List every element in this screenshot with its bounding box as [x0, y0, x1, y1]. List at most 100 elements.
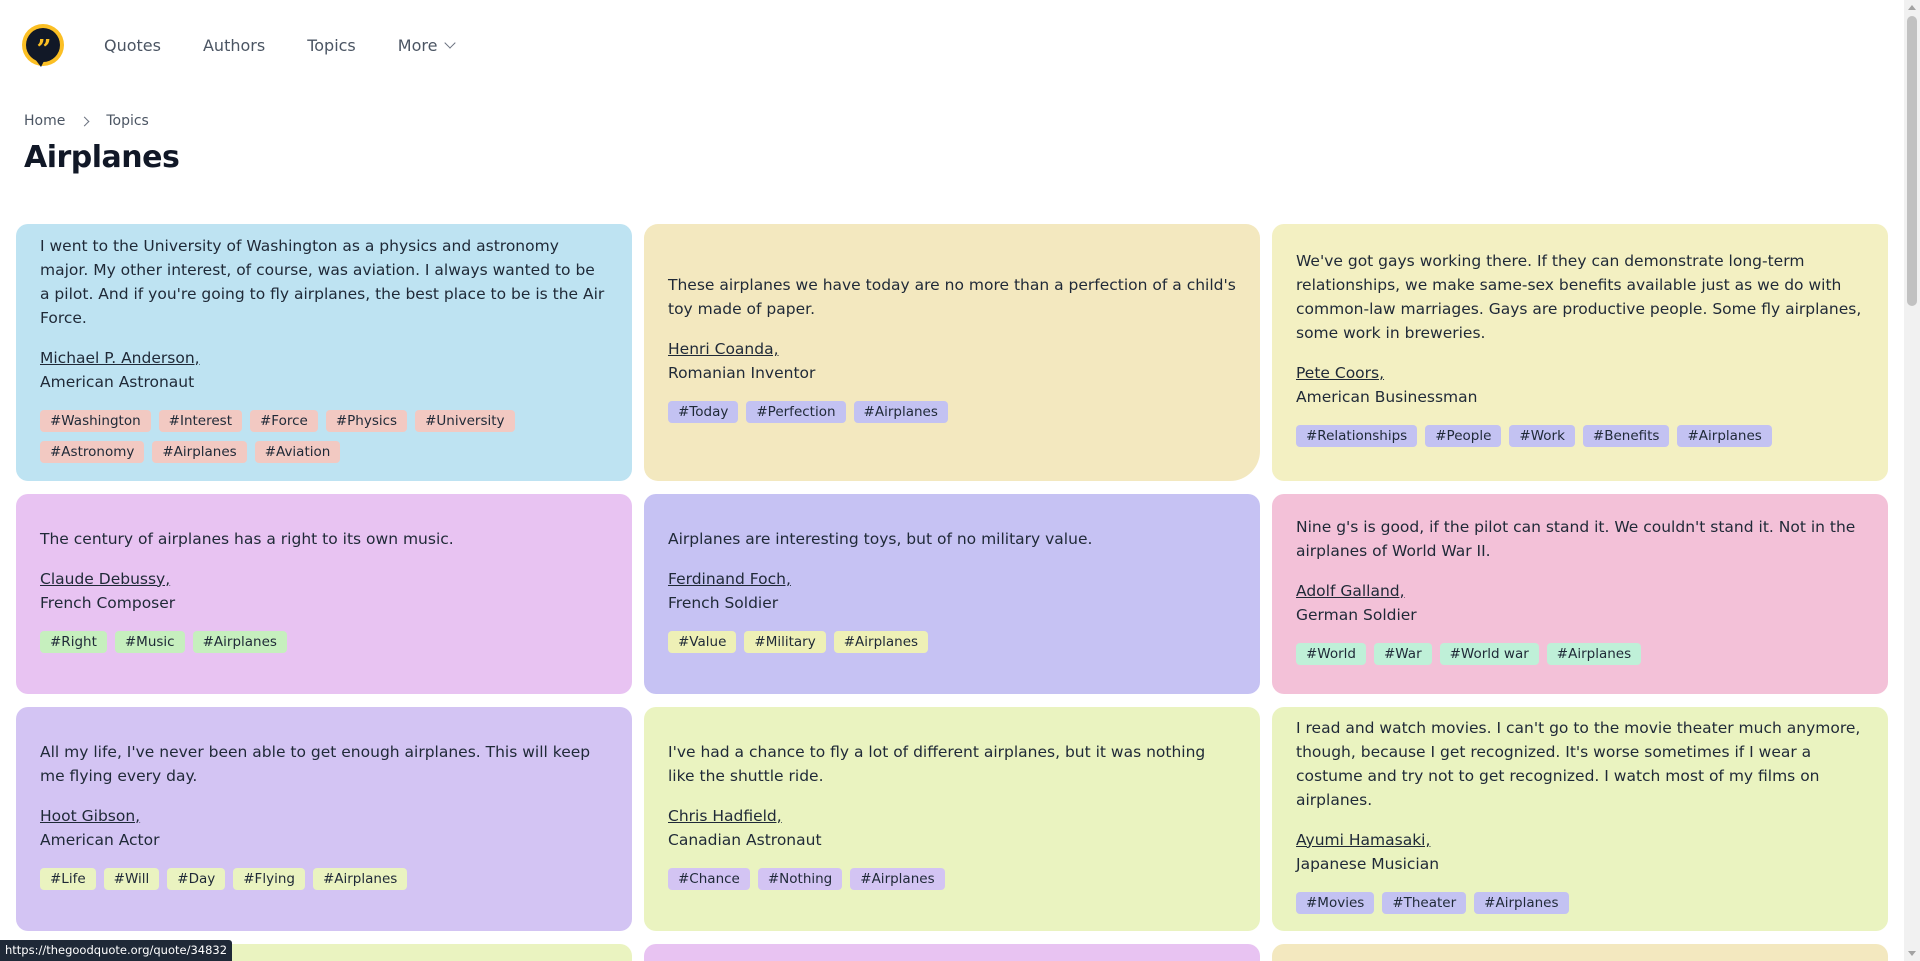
quote-text: The century of airplanes has a right to … — [40, 529, 454, 548]
quote-text: Airplanes are interesting toys, but of n… — [668, 529, 1093, 548]
tag[interactable]: #Airplanes — [1546, 642, 1642, 665]
tag[interactable]: #Movies — [1296, 891, 1375, 914]
tag[interactable]: #Airplanes — [1474, 891, 1569, 914]
quote-card: Nine g's is good, if the pilot can stand… — [1272, 494, 1888, 694]
author-profession: Romanian Inventor — [668, 364, 816, 382]
nav-authors[interactable]: Authors — [203, 36, 265, 55]
breadcrumb-home[interactable]: Home — [24, 113, 65, 129]
tag[interactable]: #Value — [668, 630, 737, 653]
tag[interactable]: #Right — [40, 630, 107, 653]
author-link[interactable]: Henri Coanda, — [668, 340, 779, 358]
nav-more-label: More — [397, 35, 438, 55]
quote-text: I went to the University of Washington a… — [40, 236, 605, 327]
site-logo-icon[interactable]: ” — [22, 24, 64, 67]
tag[interactable]: #People — [1425, 425, 1502, 447]
quote-text: I've had a chance to fly a lot of differ… — [668, 742, 1206, 785]
quote-card: The century of airplanes has a right to … — [16, 494, 632, 694]
quote-mark-glyph: ” — [36, 35, 52, 65]
tag[interactable]: #Day — [167, 867, 226, 890]
tag[interactable]: #Nothing — [757, 867, 843, 890]
tag[interactable]: #University — [415, 409, 515, 432]
tag[interactable]: #Perfection — [746, 401, 846, 423]
quote-text: Nine g's is good, if the pilot can stand… — [1296, 517, 1856, 560]
site-header: ” Quotes Authors Topics More — [0, 0, 1904, 90]
tag[interactable]: #Work — [1509, 425, 1575, 447]
tag[interactable]: #Military — [744, 630, 826, 653]
author-link[interactable]: Claude Debussy, — [40, 570, 170, 588]
tag[interactable]: #Flying — [233, 867, 305, 890]
tag[interactable]: #Airplanes — [833, 630, 929, 653]
quote-card: I've had a chance to fly a lot of differ… — [644, 707, 1260, 931]
quote-text: We've got gays working there. If they ca… — [1296, 252, 1862, 342]
author-profession: French Soldier — [668, 593, 779, 612]
tag[interactable]: #Airplanes — [312, 867, 408, 890]
quote-text: All my life, I've never been able to get… — [40, 742, 591, 785]
author-profession: American Actor — [40, 830, 160, 849]
tag[interactable]: #Physics — [325, 409, 408, 432]
tag[interactable]: #Aviation — [254, 440, 341, 463]
tag[interactable]: #Chance — [668, 867, 750, 890]
scrollbar-thumb[interactable] — [1907, 16, 1917, 306]
tag[interactable]: #Theater — [1382, 891, 1467, 914]
tag-list: #Life #Will #Day #Flying #Airplanes — [40, 867, 608, 899]
author-link[interactable]: Hoot Gibson, — [40, 807, 140, 825]
tag[interactable]: #Airplanes — [152, 440, 247, 463]
tag-list: #World #War #World war #Airplanes — [1296, 642, 1864, 674]
tag[interactable]: #World — [1296, 642, 1366, 665]
author-link[interactable]: Adolf Galland, — [1296, 582, 1405, 600]
tag[interactable]: #War — [1374, 642, 1432, 665]
tag-list: #Movies #Theater #Airplanes — [1296, 891, 1864, 923]
author-link[interactable]: Chris Hadfield, — [668, 807, 782, 825]
tag-list: #Value #Military #Airplanes — [668, 630, 1236, 662]
quote-card: All my life, I've never been able to get… — [16, 707, 632, 931]
tag[interactable]: #Today — [668, 401, 739, 423]
page-scrollbar[interactable] — [1904, 0, 1920, 961]
tag[interactable]: #Interest — [158, 409, 242, 432]
chevron-right-icon — [79, 116, 90, 126]
nav-more[interactable]: More — [397, 35, 457, 55]
tag[interactable]: #Airplanes — [853, 401, 948, 423]
scroll-down-arrow-icon[interactable] — [1908, 951, 1916, 956]
tag-list: #Washington #Interest #Force #Physics #U… — [40, 409, 608, 472]
nav-topics[interactable]: Topics — [307, 36, 356, 55]
link-status-bar: https://thegoodquote.org/quote/34832 — [0, 940, 233, 961]
author-link[interactable]: Ferdinand Foch, — [668, 570, 791, 588]
tag[interactable]: #Astronomy — [40, 440, 145, 463]
main-nav: Quotes Authors Topics More — [104, 36, 496, 55]
quote-card-partial — [1272, 944, 1888, 961]
author-profession: French Composer — [40, 593, 176, 612]
chevron-down-icon — [444, 37, 457, 49]
tag[interactable]: #Airplanes — [192, 630, 287, 653]
quote-card: I read and watch movies. I can't go to t… — [1272, 707, 1888, 931]
tag[interactable]: #Music — [114, 630, 185, 653]
tag-list: #Relationships #People #Work #Benefits #… — [1296, 425, 1864, 456]
scroll-up-arrow-icon[interactable] — [1908, 5, 1916, 10]
author-link[interactable]: Ayumi Hamasaki, — [1296, 831, 1430, 849]
page-title: Airplanes — [24, 140, 180, 175]
tag[interactable]: #Airplanes — [850, 867, 945, 890]
author-link[interactable]: Pete Coors, — [1296, 364, 1384, 382]
author-profession: American Astronaut — [40, 372, 195, 391]
tag[interactable]: #Life — [40, 867, 96, 890]
breadcrumb-topics[interactable]: Topics — [106, 113, 149, 129]
tag[interactable]: #Benefits — [1582, 425, 1670, 447]
tag[interactable]: #Force — [250, 409, 318, 432]
quote-card: We've got gays working there. If they ca… — [1272, 224, 1888, 481]
quote-card: Airplanes are interesting toys, but of n… — [644, 494, 1260, 694]
tag-list: #Today #Perfection #Airplanes — [668, 401, 1236, 432]
author-profession: Canadian Astronaut — [668, 830, 822, 849]
quote-card: I went to the University of Washington a… — [16, 224, 632, 481]
quote-card-partial — [644, 944, 1260, 961]
tag[interactable]: #Airplanes — [1677, 425, 1772, 447]
author-profession: American Businessman — [1296, 388, 1478, 406]
tag-list: #Chance #Nothing #Airplanes — [668, 867, 1236, 899]
quote-card: These airplanes we have today are no mor… — [644, 224, 1260, 481]
tag[interactable]: #Will — [103, 867, 160, 890]
author-link[interactable]: Michael P. Anderson, — [40, 349, 200, 367]
quote-text: These airplanes we have today are no mor… — [668, 276, 1236, 318]
breadcrumb: Home Topics — [24, 113, 149, 129]
tag[interactable]: #World war — [1439, 642, 1539, 665]
tag[interactable]: #Washington — [40, 409, 151, 432]
tag[interactable]: #Relationships — [1296, 425, 1418, 447]
nav-quotes[interactable]: Quotes — [104, 36, 161, 55]
